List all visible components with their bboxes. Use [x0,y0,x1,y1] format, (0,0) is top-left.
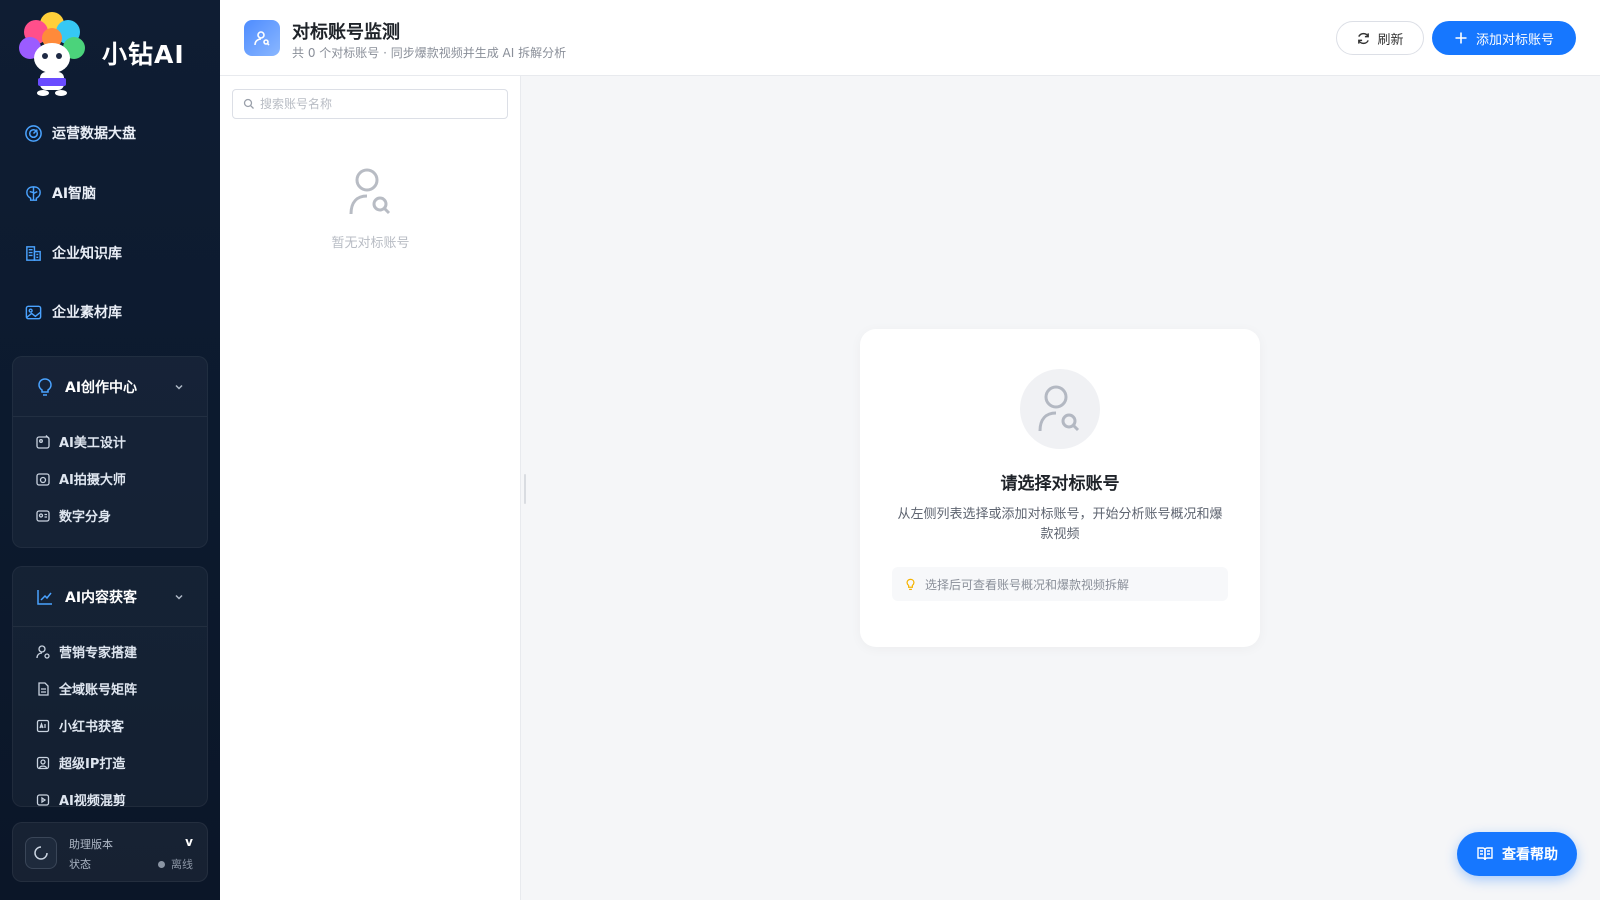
trend-icon [37,589,52,605]
sidebar-item-account-matrix[interactable]: 全域账号矩阵 [13,670,207,707]
sidebar-item-label: AI智脑 [52,186,97,202]
refresh-button[interactable]: 刷新 [1336,21,1424,55]
sidebar-item-dashboard[interactable]: 运营数据大盘 [24,123,136,143]
video-icon [36,793,50,806]
sidebar-item-marketing-expert[interactable]: 营销专家搭建 [13,633,207,670]
empty-state-card: 请选择对标账号 从左侧列表选择或添加对标账号，开始分析账号概况和爆款视频 选择后… [860,329,1260,647]
add-label: 添加对标账号 [1475,32,1554,48]
group-label: AI创作中心 [65,379,138,396]
building-icon [26,245,41,261]
sidebar-group-ai-content: AI内容获客 营销专家搭建 全域账号矩阵 小红书获客 超级IP打造 AI视频混剪 [12,566,208,807]
sidebar-item-label: AI美工设计 [59,436,126,451]
sidebar-item-xiaohongshu[interactable]: 小红书获客 [13,707,207,744]
sidebar-item-super-ip[interactable]: 超级IP打造 [13,744,207,781]
status-value: 离线 [171,858,193,871]
version-label: 助理版本 [69,838,113,851]
group-header-ai-content[interactable]: AI内容获客 [13,567,207,627]
sidebar-item-ai-brain[interactable]: AI智脑 [24,183,96,203]
brand-name: 小钻AI [102,40,185,69]
id-card-icon [36,509,50,522]
status-label: 状态 [69,858,91,871]
brain-icon [26,185,41,201]
search-icon [243,98,254,109]
refresh-label: 刷新 [1377,32,1404,48]
sidebar: 小钻AI 运营数据大盘 AI智脑 企业知识库 企业素材库 AI创作中心 AI美工… [0,0,220,900]
sidebar-item-ai-camera[interactable]: AI拍摄大师 [13,460,207,497]
help-label: 查看帮助 [1502,847,1558,863]
user-cog-icon [36,644,50,659]
page-title: 对标账号监测 [292,22,400,43]
chevron-down-icon[interactable] [173,381,185,393]
dashboard-icon [25,124,42,142]
assistant-status-card[interactable]: 助理版本 v 状态 离线 [12,822,208,882]
version-value: v [185,835,193,849]
ai-box-icon [36,719,50,732]
user-search-icon [1020,369,1100,449]
sidebar-item-label: 小红书获客 [59,720,125,735]
search-box[interactable] [232,89,508,119]
empty-state-description: 从左侧列表选择或添加对标账号，开始分析账号概况和爆款视频 [897,507,1223,542]
panel-resize-handle[interactable] [524,474,526,504]
empty-account-list: 暂无对标账号 [220,166,521,251]
camera-icon [36,472,50,486]
sidebar-item-asset-library[interactable]: 企业素材库 [24,302,122,322]
sidebar-item-label: 数字分身 [59,510,112,525]
empty-state-title: 请选择对标账号 [1000,474,1120,494]
chevron-down-icon[interactable] [173,591,185,603]
account-list-panel: 暂无对标账号 [220,76,521,900]
loading-icon [25,837,57,869]
empty-list-text: 暂无对标账号 [331,236,410,251]
group-label: AI内容获客 [65,589,138,606]
sidebar-item-knowledge-base[interactable]: 企业知识库 [24,243,122,263]
page-header: 对标账号监测 共 0 个对标账号 · 同步爆款视频并生成 AI 拆解分析 刷新 … [220,0,1600,76]
book-icon [1477,847,1493,861]
tip-box: 选择后可查看账号概况和爆款视频拆解 [892,567,1228,601]
search-input[interactable] [260,97,500,111]
sidebar-item-label: 全域账号矩阵 [59,683,138,698]
plus-icon [1455,32,1467,44]
user-search-icon [349,168,390,215]
mascot-logo [18,10,86,96]
sidebar-item-digital-avatar[interactable]: 数字分身 [13,497,207,534]
sidebar-item-label: 企业知识库 [52,246,122,262]
profile-icon [36,756,50,769]
refresh-icon [1358,32,1370,44]
design-icon [36,434,50,449]
status-badge: 离线 [158,856,193,872]
sidebar-item-label: 超级IP打造 [59,757,126,772]
file-icon [38,681,49,696]
sidebar-item-ai-video-mix[interactable]: AI视频混剪 [13,781,207,807]
brand[interactable]: 小钻AI [18,10,185,96]
status-dot [158,860,165,868]
sidebar-item-label: 运营数据大盘 [52,126,136,142]
bulb-icon [38,377,52,396]
add-benchmark-account-button[interactable]: 添加对标账号 [1432,21,1576,55]
page-subtitle: 共 0 个对标账号 · 同步爆款视频并生成 AI 拆解分析 [292,46,567,60]
sidebar-item-label: AI拍摄大师 [59,473,126,488]
sidebar-item-label: 营销专家搭建 [59,646,138,661]
tip-text: 选择后可查看账号概况和爆款视频拆解 [925,577,1130,592]
sidebar-item-label: 企业素材库 [52,305,122,321]
sidebar-item-label: AI视频混剪 [59,794,126,807]
group-header-ai-creation[interactable]: AI创作中心 [13,357,207,417]
user-search-icon [244,20,280,56]
help-button[interactable]: 查看帮助 [1457,832,1577,876]
image-icon [25,305,42,319]
main-content: 请选择对标账号 从左侧列表选择或添加对标账号，开始分析账号概况和爆款视频 选择后… [522,76,1600,900]
sidebar-item-ai-design[interactable]: AI美工设计 [13,423,207,460]
sidebar-group-ai-creation: AI创作中心 AI美工设计 AI拍摄大师 数字分身 [12,356,208,548]
lightbulb-icon [906,578,915,590]
